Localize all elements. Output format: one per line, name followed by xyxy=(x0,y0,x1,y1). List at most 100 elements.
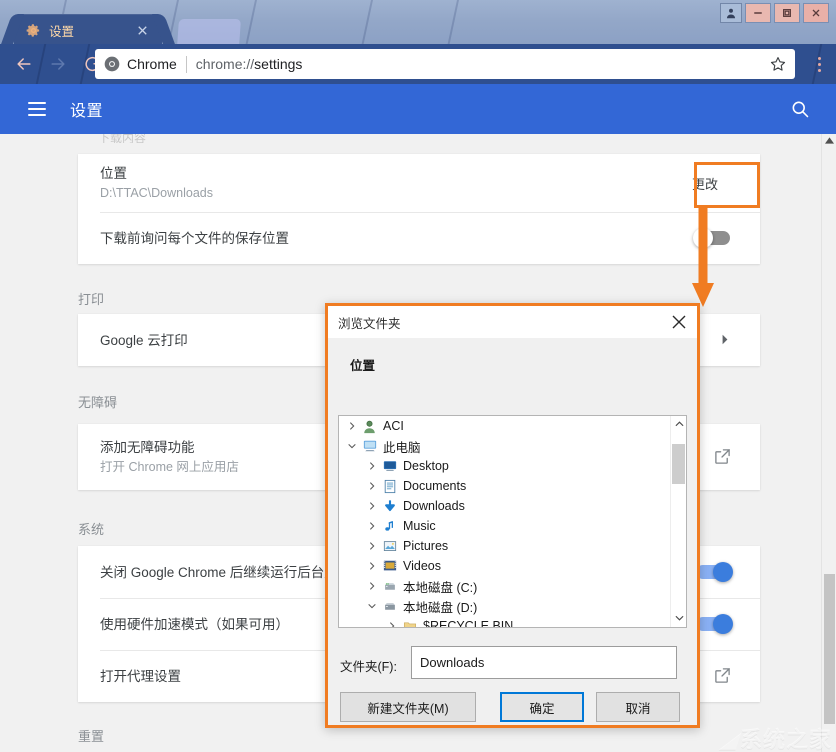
tab-close-icon[interactable] xyxy=(135,23,150,38)
tree-node[interactable]: Downloads xyxy=(339,496,670,516)
background-apps-toggle[interactable] xyxy=(696,562,733,582)
clipped-section-label: 下载内容 xyxy=(98,134,147,143)
folder-tree[interactable]: ACI 此电脑 Desktop Documents Downloads Music Pict… xyxy=(338,415,687,628)
tab-title: 设置 xyxy=(49,25,75,39)
chevron-down-icon[interactable] xyxy=(363,601,381,611)
tree-node-label: Music xyxy=(403,519,436,533)
new-folder-button[interactable]: 新建文件夹(M) xyxy=(340,692,476,722)
videos-icon xyxy=(381,558,398,574)
user-account-icon xyxy=(361,418,378,434)
hardware-acceleration-toggle[interactable] xyxy=(696,614,733,634)
minimize-button[interactable] xyxy=(745,3,771,23)
downloads-card: 位置 D:\TTAC\Downloads 下载前询问每个文件的保存位置 更改 xyxy=(78,154,760,264)
chevron-right-icon[interactable] xyxy=(363,461,381,471)
location-value: D:\TTAC\Downloads xyxy=(100,185,213,200)
drive-c-icon xyxy=(381,578,398,594)
maximize-button[interactable] xyxy=(774,3,800,23)
a11y-subtitle: 打开 Chrome 网上应用店 xyxy=(100,459,239,474)
chevron-right-icon[interactable] xyxy=(363,521,381,531)
tree-node-label: Documents xyxy=(403,479,467,493)
tree-node[interactable]: Pictures xyxy=(339,536,670,556)
location-row[interactable]: 位置 D:\TTAC\Downloads xyxy=(78,154,760,212)
chevron-right-icon[interactable] xyxy=(343,421,361,431)
omnibox-scheme-label: Chrome xyxy=(127,56,177,72)
tree-node[interactable]: 本地磁盘 (C:) xyxy=(339,576,670,596)
browser-window: 设置 Chrome chrome://settings 设置 下载内容 位置 D… xyxy=(0,0,836,752)
tree-node[interactable]: Documents xyxy=(339,476,670,496)
this-pc-icon xyxy=(361,438,378,454)
folder-name-input[interactable]: Downloads xyxy=(411,646,677,679)
location-label: 位置 xyxy=(100,165,127,181)
watermark: ◢系统之家 xyxy=(718,727,832,752)
chevron-right-icon[interactable] xyxy=(363,581,381,591)
chevron-right-icon[interactable] xyxy=(363,541,381,551)
tree-node[interactable]: $RECYCLE.BIN xyxy=(339,616,670,627)
omnibox-divider xyxy=(185,55,187,73)
address-bar[interactable]: Chrome chrome://settings xyxy=(95,49,795,79)
section-label-system: 系统 xyxy=(78,522,105,537)
external-link-icon[interactable] xyxy=(714,667,731,684)
titlebar-decoration xyxy=(447,0,459,47)
browser-tab-settings[interactable]: 设置 xyxy=(14,14,162,47)
chevron-down-icon[interactable] xyxy=(343,441,361,451)
page-title: 设置 xyxy=(70,103,104,120)
ok-button[interactable]: 确定 xyxy=(500,692,584,722)
tree-node-label: Desktop xyxy=(403,459,449,473)
tree-node[interactable]: Desktop xyxy=(339,456,670,476)
chrome-logo-icon xyxy=(104,56,120,72)
search-icon[interactable] xyxy=(790,99,810,119)
external-link-icon[interactable] xyxy=(714,448,731,465)
browse-folder-dialog: 浏览文件夹 位置 ACI 此电脑 Desktop Documents Downloads… xyxy=(325,303,700,728)
tree-node[interactable]: Music xyxy=(339,516,670,536)
tree-node[interactable]: 本地磁盘 (D:) xyxy=(339,596,670,616)
back-button[interactable] xyxy=(9,49,39,79)
chevron-right-icon[interactable] xyxy=(363,561,381,571)
folder-name-label: 文件夹(F): xyxy=(340,660,397,674)
scroll-up-icon[interactable] xyxy=(675,419,684,429)
tree-node[interactable]: Videos xyxy=(339,556,670,576)
forward-button[interactable] xyxy=(43,49,73,79)
window-titlebar: 设置 xyxy=(0,0,836,47)
scrollbar-thumb[interactable] xyxy=(672,444,685,484)
scroll-down-icon[interactable] xyxy=(675,614,684,624)
chevron-right-icon[interactable] xyxy=(363,481,381,491)
drive-d-icon xyxy=(381,598,398,614)
dialog-title: 浏览文件夹 xyxy=(338,316,401,331)
close-icon[interactable] xyxy=(669,312,689,332)
tree-scrollbar[interactable] xyxy=(670,416,686,627)
titlebar-decoration xyxy=(245,0,257,47)
scroll-up-icon[interactable] xyxy=(825,136,834,146)
hamburger-icon[interactable] xyxy=(28,102,46,116)
chevron-right-icon[interactable] xyxy=(383,621,401,627)
tree-node[interactable]: 此电脑 xyxy=(339,436,670,456)
bookmark-star-icon[interactable] xyxy=(769,55,787,73)
omnibox-url: chrome://settings xyxy=(195,56,303,72)
dialog-titlebar: 浏览文件夹 xyxy=(328,306,697,338)
annotation-arrow xyxy=(692,205,714,307)
desktop-icon xyxy=(381,458,398,474)
ask-save-location-label: 下载前询问每个文件的保存位置 xyxy=(100,230,289,246)
chevron-right-icon[interactable] xyxy=(721,334,729,348)
tree-node-label: 本地磁盘 (C:) xyxy=(403,580,478,595)
page-scrollbar[interactable] xyxy=(821,134,836,752)
section-label-print: 打印 xyxy=(78,292,105,307)
tree-node-label: Videos xyxy=(403,559,441,573)
annotation-highlight-box xyxy=(694,162,760,208)
new-tab-placeholder[interactable] xyxy=(177,19,241,47)
tree-node-label: 本地磁盘 (D:) xyxy=(403,600,478,615)
cloud-print-label: Google 云打印 xyxy=(100,332,188,348)
scrollbar-thumb[interactable] xyxy=(824,574,835,724)
music-icon xyxy=(381,518,398,534)
tree-node[interactable]: ACI xyxy=(339,416,670,436)
downloads-icon xyxy=(381,498,398,514)
close-button[interactable] xyxy=(803,3,829,23)
proxy-settings-label: 打开代理设置 xyxy=(100,668,181,684)
user-profile-icon[interactable] xyxy=(720,3,742,23)
three-dot-menu-icon[interactable] xyxy=(811,52,827,76)
chevron-right-icon[interactable] xyxy=(363,501,381,511)
cancel-button[interactable]: 取消 xyxy=(596,692,680,722)
section-label-accessibility: 无障碍 xyxy=(78,395,118,410)
ask-save-location-row[interactable]: 下载前询问每个文件的保存位置 xyxy=(78,212,760,264)
pictures-icon xyxy=(381,538,398,554)
tree-node-label: Downloads xyxy=(403,499,465,513)
